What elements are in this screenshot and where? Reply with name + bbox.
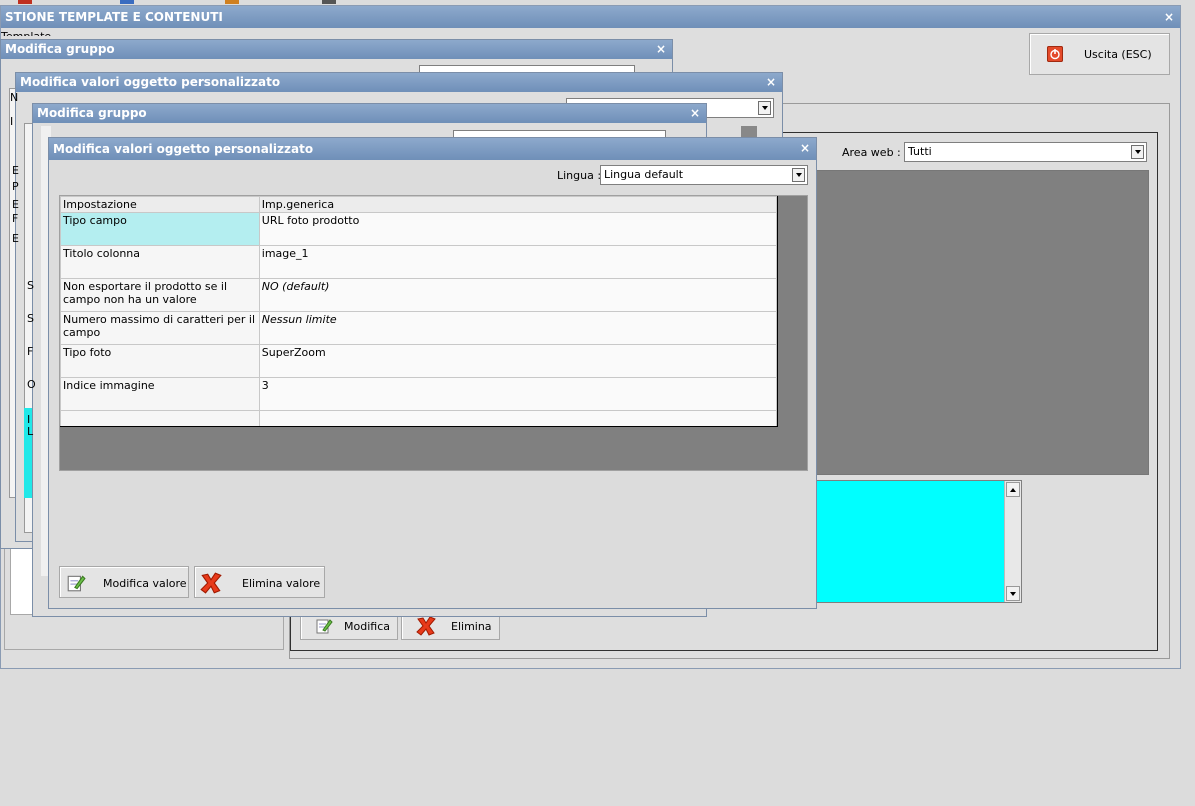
table-row[interactable]: [60, 410, 777, 426]
toolbar-icon-3: [225, 0, 239, 4]
cyan-text-area[interactable]: [808, 480, 1022, 603]
toolbar-icon-4: [322, 0, 336, 4]
bg-letter: E: [12, 164, 19, 177]
scroll-down-icon[interactable]: [1006, 586, 1020, 601]
row-setting[interactable]: Tipo campo: [60, 212, 260, 246]
table-row[interactable]: Non esportare il prodotto se il campo no…: [60, 278, 777, 312]
row-value[interactable]: URL foto prodotto: [258, 212, 777, 246]
row-value[interactable]: [258, 410, 777, 426]
delete-icon: [415, 615, 437, 640]
lingua-select[interactable]: Lingua default: [600, 165, 808, 185]
bg-letter: N: [10, 91, 19, 104]
bg-letter: L: [27, 425, 34, 438]
chevron-down-icon[interactable]: [1131, 145, 1144, 159]
lingua-label: Lingua :: [557, 169, 602, 182]
bg-letter: O: [27, 378, 36, 391]
chevron-down-icon[interactable]: [758, 101, 771, 115]
column-header-setting[interactable]: Impostazione: [60, 196, 260, 213]
dialog-close-icon[interactable]: ×: [800, 139, 810, 158]
modify-value-button[interactable]: Modifica valore: [59, 566, 189, 598]
table-row[interactable]: Tipo campo URL foto prodotto: [60, 212, 777, 246]
scroll-up-icon[interactable]: [1006, 482, 1020, 497]
group-window-2-title: Modifica gruppo: [37, 106, 147, 120]
row-setting[interactable]: Titolo colonna: [60, 245, 260, 279]
bg-letter: F: [27, 345, 34, 358]
group-window-2-titlebar: Modifica gruppo: [33, 104, 706, 123]
row-setting[interactable]: [60, 410, 260, 426]
power-icon: [1047, 46, 1063, 62]
row-value[interactable]: SuperZoom: [258, 344, 777, 378]
table-header-row: Impostazione Imp.generica: [60, 196, 777, 213]
settings-grid[interactable]: Impostazione Imp.generica Tipo campo URL…: [60, 196, 778, 427]
group-window-2-close-icon[interactable]: ×: [690, 104, 700, 123]
exit-button-label: Uscita (ESC): [1084, 48, 1152, 61]
bg-letter: E: [12, 232, 19, 245]
edit-icon: [315, 617, 333, 635]
menu-template-label[interactable]: Template: [1, 30, 51, 36]
row-setting[interactable]: Numero massimo di caratteri per il campo: [60, 311, 260, 345]
cyan-scrollbar[interactable]: [1004, 481, 1021, 602]
area-web-label: Area web :: [842, 146, 901, 159]
main-window-title: STIONE TEMPLATE E CONTENUTI: [5, 10, 223, 24]
bg-letter: S: [27, 279, 34, 292]
area-web-value: Tutti: [908, 145, 932, 158]
bg-left-letters: N I E P E F E S S F O I L: [10, 88, 48, 508]
row-value[interactable]: Nessun limite: [258, 311, 777, 345]
toolbar-icon-2: [120, 0, 134, 4]
delete-value-button[interactable]: Elimina valore: [194, 566, 325, 598]
row-value[interactable]: image_1: [258, 245, 777, 279]
table-row[interactable]: Titolo colonna image_1: [60, 245, 777, 279]
table-row[interactable]: Tipo foto SuperZoom: [60, 344, 777, 378]
toolbar-icon-strip: [18, 0, 32, 4]
group-window-1-title: Modifica gruppo: [5, 42, 115, 56]
modify-value-label: Modifica valore: [103, 577, 187, 590]
bg-letter: F: [12, 212, 19, 225]
delete-icon: [199, 571, 223, 598]
row-value[interactable]: 3: [258, 377, 777, 411]
bg-letter: E: [12, 198, 19, 211]
row-setting[interactable]: Non esportare il prodotto se il campo no…: [60, 278, 260, 312]
custom-window-1-close-icon[interactable]: ×: [766, 73, 776, 92]
bg-letter: S: [27, 312, 34, 325]
exit-button[interactable]: Uscita (ESC): [1029, 33, 1170, 75]
custom-window-1-titlebar: Modifica valori oggetto personalizzato: [16, 73, 782, 92]
edit-icon: [66, 573, 86, 596]
table-row[interactable]: Numero massimo di caratteri per il campo…: [60, 311, 777, 345]
modify-button-label: Modifica: [344, 620, 390, 633]
dialog-titlebar: Modifica valori oggetto personalizzato: [49, 138, 816, 160]
column-header-value[interactable]: Imp.generica: [258, 196, 777, 213]
custom-window-1-title: Modifica valori oggetto personalizzato: [20, 75, 281, 89]
settings-grid-area: Impostazione Imp.generica Tipo campo URL…: [59, 195, 808, 471]
chevron-down-icon[interactable]: [792, 168, 805, 182]
bg-letter: I: [10, 115, 14, 128]
dialog-title: Modifica valori oggetto personalizzato: [53, 142, 314, 156]
row-setting[interactable]: Indice immagine: [60, 377, 260, 411]
row-setting[interactable]: Tipo foto: [60, 344, 260, 378]
area-web-select[interactable]: Tutti: [904, 142, 1147, 162]
main-preview-area: [808, 170, 1149, 475]
main-close-icon[interactable]: ×: [1164, 8, 1174, 27]
bg-letter: P: [12, 180, 19, 193]
delete-value-label: Elimina valore: [242, 577, 321, 590]
main-window-titlebar: STIONE TEMPLATE E CONTENUTI: [1, 6, 1180, 28]
table-row[interactable]: Indice immagine 3: [60, 377, 777, 411]
custom-values-dialog: Modifica valori oggetto personalizzato ×…: [48, 137, 817, 609]
settings-table: Impostazione Imp.generica Tipo campo URL…: [60, 196, 777, 426]
row-value[interactable]: NO (default): [258, 278, 777, 312]
group-window-1-close-icon[interactable]: ×: [656, 40, 666, 59]
group-window-1-titlebar: Modifica gruppo: [1, 40, 672, 59]
lingua-value: Lingua default: [604, 168, 684, 181]
delete-button-label: Elimina: [451, 620, 492, 633]
